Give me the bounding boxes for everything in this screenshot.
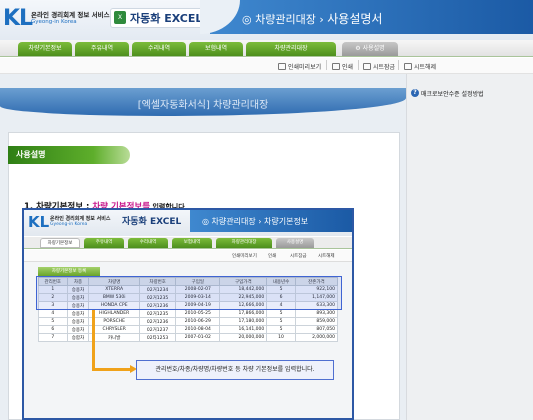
embedded-tab: 차량기본정보 xyxy=(40,238,80,248)
gear-icon: ⚙ xyxy=(355,45,363,52)
table-row: 6 승용차 CHRYSLER 02거1237 2010-08-04 16,141,000 5… xyxy=(38,325,339,334)
toolbar xyxy=(0,58,533,74)
tab-vehicle-info[interactable]: 차량기본정보 xyxy=(18,42,72,56)
embedded-tool: 시트해제 xyxy=(318,254,335,259)
sheet-lock-button[interactable]: 시트잠금 xyxy=(363,62,395,71)
kl-logo[interactable]: KL xyxy=(3,6,33,31)
input-highlight-box xyxy=(36,276,342,310)
print-preview-button[interactable]: 인쇄미리보기 xyxy=(278,62,321,71)
section-heading-usage: 사용설명 xyxy=(8,146,130,164)
embedded-tool: 인쇄미리보기 xyxy=(232,254,257,259)
embedded-logo-title: 온라인 경리회계 정보 서비스 xyxy=(50,216,111,222)
page-title-text: 사용설명서 xyxy=(327,12,383,26)
table-row: 5 승용차 PORSCHE 02거1236 2010-06-29 17,180,000 5 8… xyxy=(38,317,339,326)
app-name: 자동화 EXCEL xyxy=(130,12,203,25)
embedded-logo-subtitle: Gyeong-in Korea xyxy=(50,222,88,227)
embedded-tab: 주유내역 xyxy=(84,238,124,248)
sheet-unlock-button[interactable]: 시트해제 xyxy=(404,62,436,71)
unlock-icon xyxy=(404,63,412,70)
tab-fuel[interactable]: 주유내역 xyxy=(75,42,129,56)
help-icon[interactable]: ? xyxy=(411,89,419,97)
banner-title: [엑셀자동화서식] 차량관리대장 xyxy=(137,100,269,111)
tab-vehicle-ledger[interactable]: 차량관리대장 xyxy=(246,42,336,56)
table-row: 7 승합차 카니발 02타1253 2007-01-02 20,000,000 10 2,00… xyxy=(38,333,339,342)
embedded-app-name: 자동화 EXCEL xyxy=(122,217,182,227)
divider xyxy=(358,60,359,70)
breadcrumb-bullet-icon: ◎ xyxy=(202,217,212,226)
divider xyxy=(398,60,399,70)
printer-icon xyxy=(332,63,340,70)
embedded-tool: 시트잠금 xyxy=(290,254,307,259)
logo-subtitle: Gyeong-in Korea xyxy=(31,19,77,25)
embedded-tab: 차량관리대장 xyxy=(216,238,272,248)
preview-icon xyxy=(278,63,286,70)
embedded-kl-logo: KL xyxy=(28,213,50,231)
breadcrumb-bullet-icon: ◎ xyxy=(242,13,256,26)
logo-title: 온라인 경리회계 정보 서비스 xyxy=(31,11,110,19)
page-title: ◎ 차량관리대장 › 사용설명서 xyxy=(242,12,383,26)
table-row: 4 승용차 HIGHLANDER 02거1235 2010-05-25 17,866,00… xyxy=(38,309,339,318)
right-panel xyxy=(406,74,533,420)
macro-security-help-link[interactable]: 매크로보안수준 설정방법 xyxy=(421,89,484,98)
embedded-register-button: 차량기본정보 등록 xyxy=(38,267,100,276)
breadcrumb: 차량관리대장 xyxy=(255,13,316,26)
tab-insurance[interactable]: 보험내역 xyxy=(189,42,243,56)
embedded-tab: 사용설명 xyxy=(276,238,314,248)
excel-icon: X xyxy=(114,11,126,24)
embedded-title: ◎ 차량관리대장 › 차량기본정보 xyxy=(202,217,309,226)
divider xyxy=(326,60,327,70)
callout-arrow xyxy=(92,368,132,371)
print-button[interactable]: 인쇄 xyxy=(332,62,353,71)
embedded-tool: 인쇄 xyxy=(268,254,277,259)
tab-repair[interactable]: 수리내역 xyxy=(132,42,186,56)
tab-usage[interactable]: ⚙ 사용설명 xyxy=(342,42,398,56)
embedded-tab: 수리내역 xyxy=(128,238,168,248)
lock-icon xyxy=(363,63,371,70)
callout-arrow xyxy=(92,310,95,370)
embedded-tab: 보험내역 xyxy=(172,238,212,248)
callout-note: 관리번호/차종/차량명/차량번호 등 차량 기본정보를 입력합니다. xyxy=(136,360,334,380)
